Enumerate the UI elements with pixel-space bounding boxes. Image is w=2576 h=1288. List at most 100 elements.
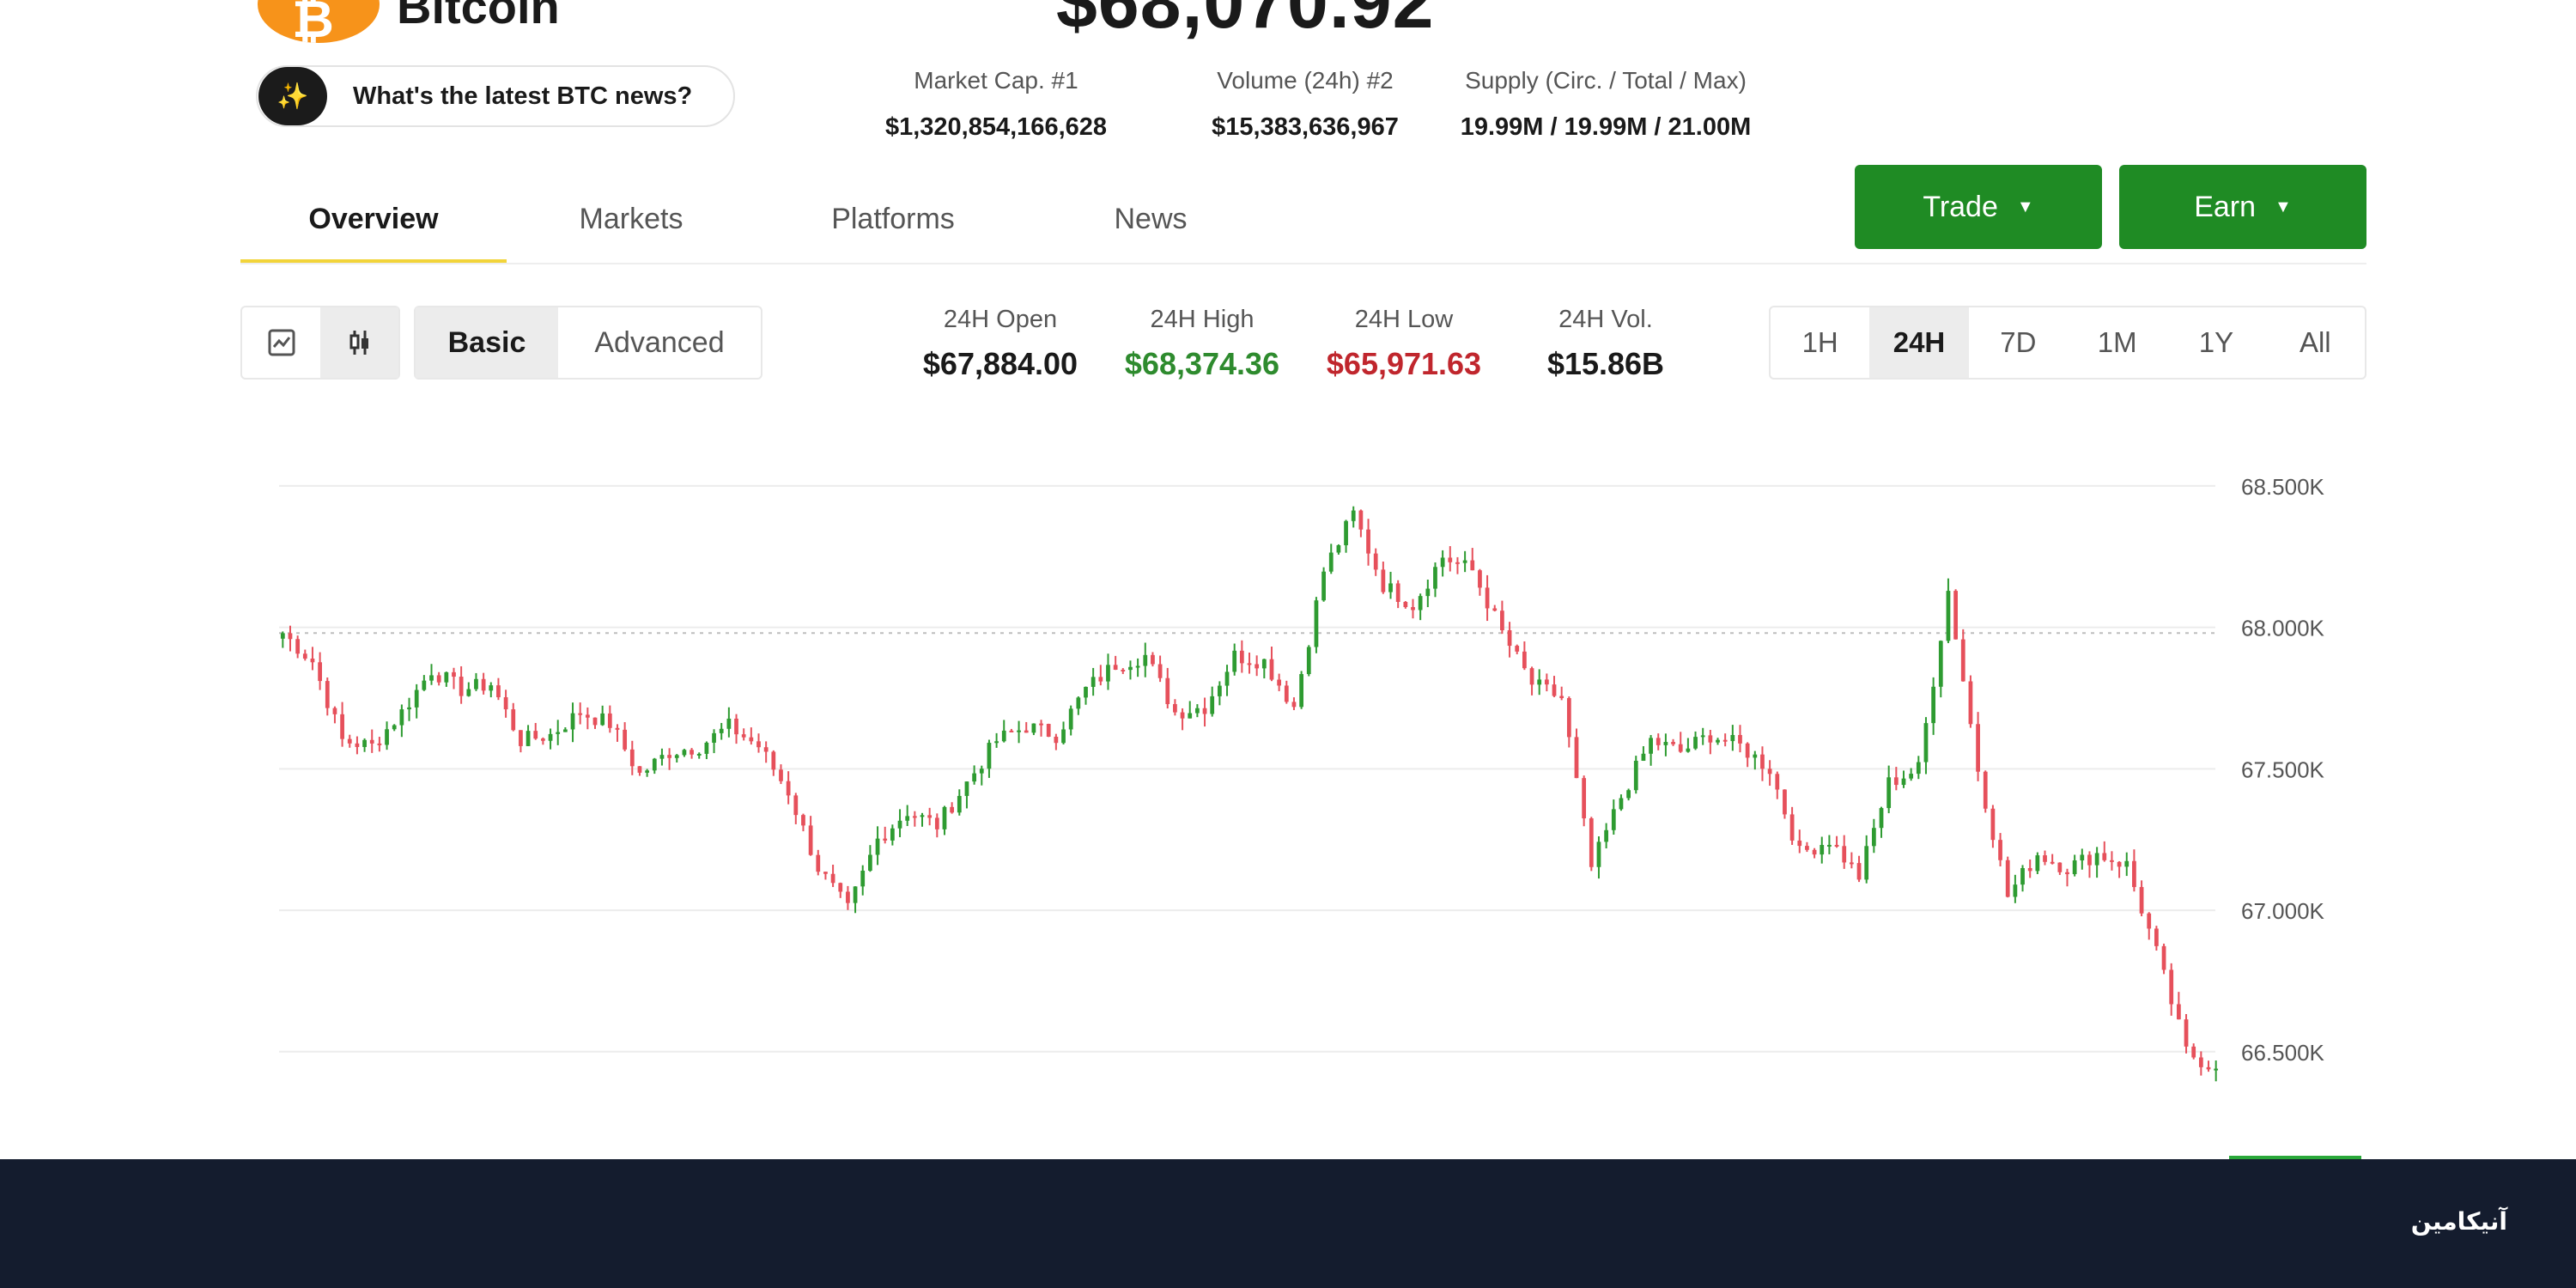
candle [1834, 835, 1839, 848]
candle [1024, 721, 1029, 733]
range-1m[interactable]: 1M [2068, 307, 2166, 378]
candle [779, 764, 783, 785]
candle [637, 766, 642, 776]
candle [526, 725, 531, 746]
earn-button[interactable]: Earn ▼ [2119, 165, 2366, 249]
range-1y[interactable]: 1Y [2166, 307, 2265, 378]
candle [1893, 767, 1899, 791]
candle [1425, 579, 1431, 608]
candle [1017, 720, 1021, 744]
candle [1700, 727, 1705, 745]
y-tick-label: 67.000K [2241, 898, 2325, 924]
candle [310, 647, 315, 671]
mode-advanced[interactable]: Advanced [558, 307, 761, 378]
candle [1960, 629, 1965, 682]
range-all[interactable]: All [2266, 307, 2365, 378]
candle [452, 667, 456, 690]
candle [1983, 770, 1988, 813]
candle [1760, 746, 1765, 781]
candlestick-icon[interactable] [320, 307, 398, 378]
candle [1291, 697, 1297, 711]
range-7d[interactable]: 7D [1969, 307, 2068, 378]
candle [1255, 655, 1260, 677]
candle [1566, 696, 1571, 748]
candle [1321, 567, 1326, 602]
tab-news[interactable]: News [1048, 203, 1254, 236]
tab-overview[interactable]: Overview [240, 203, 507, 236]
candle [763, 741, 769, 763]
bitcoin-logo: ₿ [258, 0, 380, 43]
candle [659, 748, 665, 766]
footer-brand: آنیکامین [2410, 1207, 2507, 1236]
candle [1864, 835, 1869, 884]
high-24h-label: 24H High [1150, 306, 1255, 333]
btc-news-button[interactable]: ✨ What's the latest BTC news? [256, 65, 735, 127]
price-chart[interactable]: 68.500K 68.000K 67.500K 67.000K 66.500K [0, 404, 2576, 1159]
tabs-divider [240, 263, 2366, 264]
candle [1210, 686, 1215, 717]
candle [645, 769, 650, 777]
candle [385, 721, 389, 750]
candle [570, 702, 575, 743]
candle [682, 749, 687, 757]
candle [1173, 699, 1177, 716]
candle [883, 826, 888, 844]
candle [1462, 550, 1467, 573]
candle [1269, 647, 1274, 682]
market-cap-value: $1,320,854,166,628 [884, 113, 1108, 141]
coin-name: Bitcoin [397, 0, 560, 33]
candle [1767, 760, 1772, 787]
candle [1522, 641, 1527, 671]
candle [1529, 666, 1534, 696]
candle [1009, 728, 1014, 732]
range-1h[interactable]: 1H [1771, 307, 1869, 378]
candle [2005, 856, 2010, 898]
trade-button[interactable]: Trade ▼ [1855, 165, 2102, 249]
candle [2020, 865, 2025, 892]
vol-24h-value: $15.86B [1546, 346, 1665, 381]
candle [1753, 750, 1758, 770]
candle [927, 807, 933, 826]
candle [994, 732, 999, 748]
candle [548, 728, 553, 750]
mode-basic[interactable]: Basic [416, 307, 558, 378]
candle [1381, 562, 1386, 594]
candle [1923, 717, 1929, 775]
candle [1879, 806, 1884, 838]
range-24h[interactable]: 24H [1869, 307, 1969, 378]
candle [1745, 742, 1750, 768]
current-price: $68,070.92 [1056, 0, 1435, 44]
candle [1054, 733, 1059, 750]
high-24h-value: $68,374.36 [1124, 346, 1280, 381]
candle [667, 748, 671, 770]
candle [2154, 926, 2159, 951]
candle [1871, 818, 1876, 854]
line-chart-icon[interactable] [242, 307, 320, 378]
chevron-down-icon: ▼ [2016, 197, 2034, 216]
candle [1797, 829, 1802, 854]
candle [1232, 643, 1237, 676]
candle [474, 672, 478, 691]
candle [1641, 746, 1646, 762]
candle [2191, 1043, 2196, 1060]
news-prompt-label: What's the latest BTC news? [353, 82, 693, 110]
candle [1998, 833, 2002, 866]
candle [2027, 859, 2032, 878]
tab-markets[interactable]: Markets [524, 203, 738, 236]
vol-24h-label: 24H Vol. [1558, 306, 1653, 333]
candle [823, 872, 828, 880]
candle [2176, 992, 2181, 1020]
candle [377, 737, 382, 752]
candle [1656, 733, 1661, 750]
candle [1224, 665, 1230, 696]
candle [1820, 836, 1825, 864]
candle [957, 789, 962, 816]
candle [749, 727, 754, 745]
low-24h-label: 24H Low [1354, 306, 1454, 333]
market-cap-label: Market Cap. #1 [914, 67, 1078, 94]
candle [1938, 640, 1943, 698]
candle [1084, 686, 1088, 705]
trade-label: Trade [1923, 190, 1998, 223]
candle [578, 702, 583, 725]
tab-platforms[interactable]: Platforms [773, 203, 1013, 236]
